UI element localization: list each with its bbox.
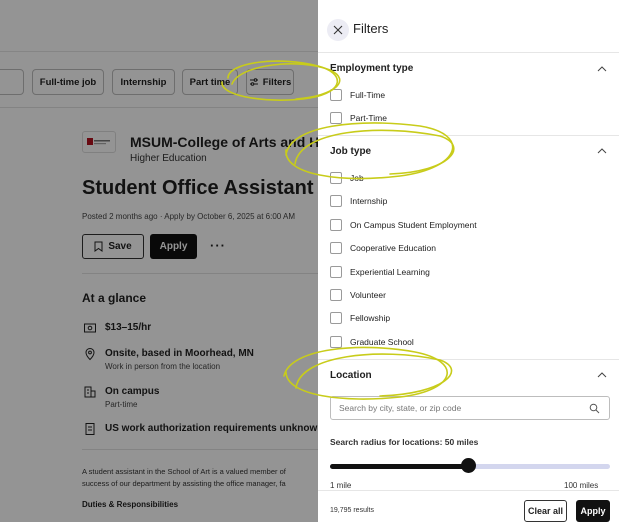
checkbox-label: Part-Time (350, 113, 387, 123)
checkbox[interactable] (330, 172, 342, 184)
apply-filters-button[interactable]: Apply (576, 500, 610, 522)
chevron-up-icon[interactable] (597, 146, 607, 156)
radius-min-label: 1 mile (330, 481, 352, 490)
filters-footer: 19,795 results Clear all Apply (318, 490, 619, 522)
job-type-heading[interactable]: Job type (330, 146, 371, 157)
checkbox-internship[interactable]: Internship (330, 194, 387, 208)
filters-header: Filters (318, 0, 619, 53)
radius-slider-thumb[interactable] (461, 458, 477, 473)
section-divider (318, 359, 619, 360)
checkbox-label: Job (350, 173, 364, 183)
close-button[interactable] (327, 19, 349, 41)
checkbox-label: On Campus Student Employment (350, 220, 477, 230)
checkbox[interactable] (330, 195, 342, 207)
radius-label: Search radius for locations: 50 miles (330, 437, 479, 447)
checkbox-label: Full-Time (350, 90, 386, 100)
close-icon (333, 25, 343, 35)
section-divider (318, 135, 619, 136)
checkbox-part-time[interactable]: Part-Time (330, 111, 387, 125)
checkbox-label: Fellowship (350, 313, 391, 323)
checkbox-label: Graduate School (350, 337, 414, 347)
search-icon[interactable] (589, 403, 600, 414)
checkbox[interactable] (330, 242, 342, 254)
checkbox[interactable] (330, 312, 342, 324)
chevron-up-icon[interactable] (597, 370, 607, 380)
checkbox-job[interactable]: Job (330, 171, 364, 185)
radius-max-label: 100 miles (564, 481, 599, 490)
radius-slider-fill (330, 464, 469, 469)
checkbox-cooperative-education[interactable]: Cooperative Education (330, 241, 436, 255)
checkbox[interactable] (330, 89, 342, 101)
employment-type-heading[interactable]: Employment type (330, 63, 413, 74)
location-placeholder: Search by city, state, or zip code (339, 403, 462, 413)
filters-title: Filters (353, 21, 389, 36)
checkbox-fellowship[interactable]: Fellowship (330, 311, 390, 325)
results-count: 19,795 results (330, 507, 374, 514)
location-heading[interactable]: Location (330, 370, 372, 381)
clear-all-button[interactable]: Clear all (524, 500, 567, 522)
checkbox-volunteer[interactable]: Volunteer (330, 288, 386, 302)
checkbox-label: Cooperative Education (350, 243, 437, 253)
checkbox[interactable] (330, 112, 342, 124)
checkbox-on-campus[interactable]: On Campus Student Employment (330, 218, 477, 232)
location-search-input[interactable]: Search by city, state, or zip code (330, 396, 610, 420)
checkbox-experiential-learning[interactable]: Experiential Learning (330, 265, 430, 279)
checkbox-label: Internship (350, 196, 388, 206)
checkbox[interactable] (330, 289, 342, 301)
checkbox-label: Experiential Learning (350, 267, 430, 277)
checkbox[interactable] (330, 336, 342, 348)
checkbox-graduate-school[interactable]: Graduate School (330, 335, 414, 349)
checkbox-label: Volunteer (350, 290, 386, 300)
checkbox[interactable] (330, 266, 342, 278)
filters-panel: Filters Employment type Full-Time Part-T… (318, 0, 619, 522)
checkbox[interactable] (330, 219, 342, 231)
checkbox-full-time[interactable]: Full-Time (330, 88, 385, 102)
chevron-up-icon[interactable] (597, 64, 607, 74)
